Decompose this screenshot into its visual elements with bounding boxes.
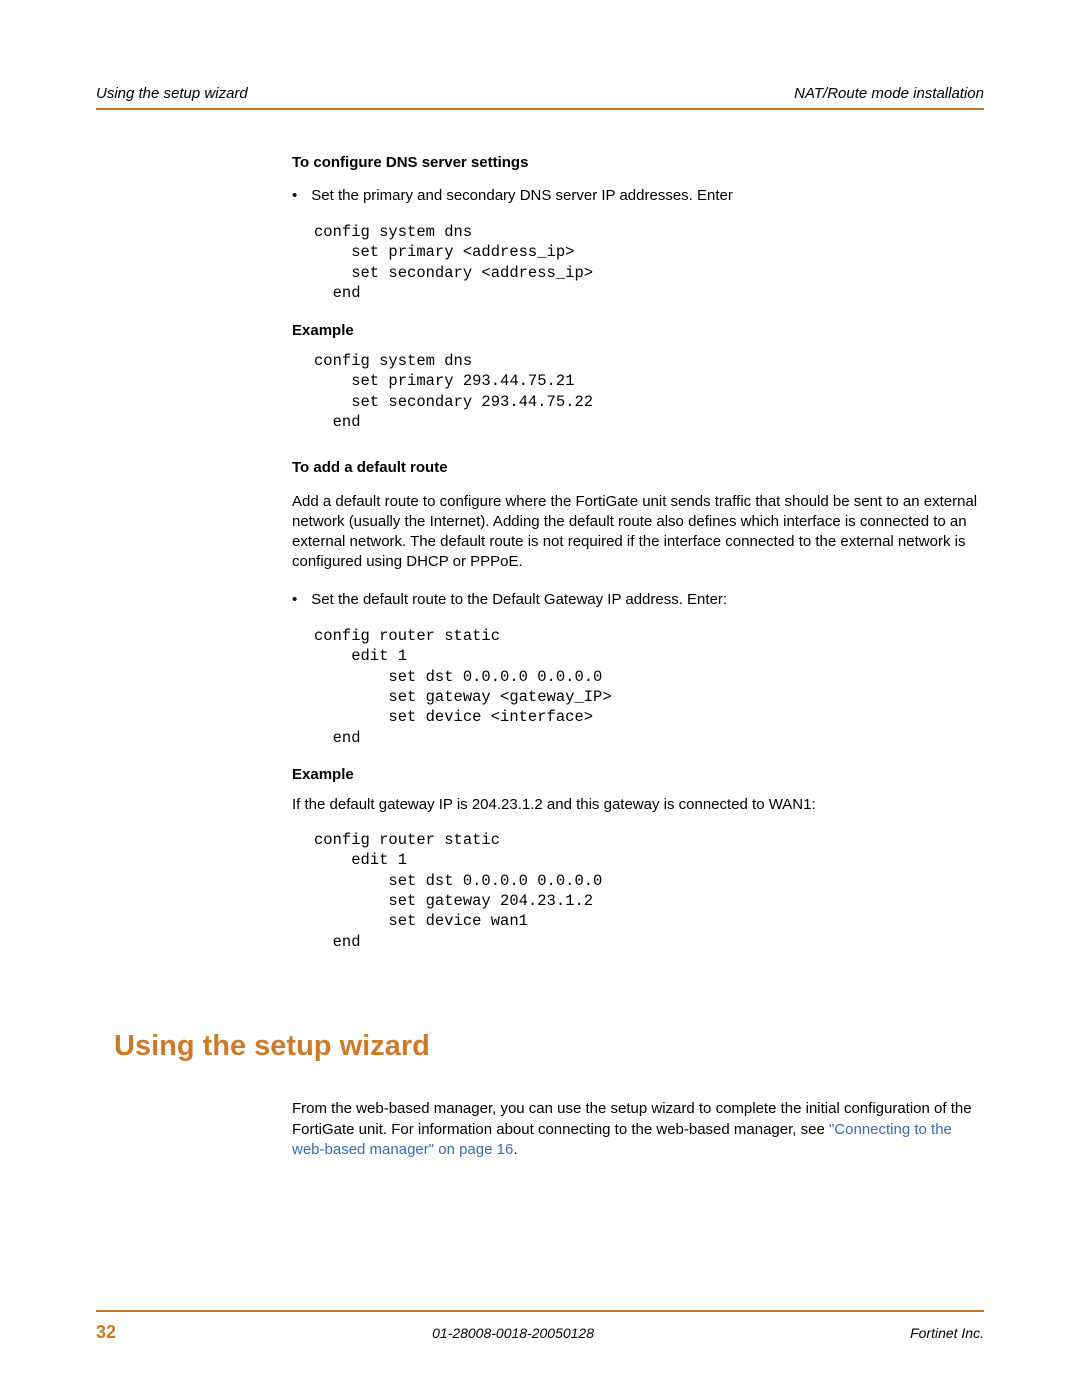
page-content: To configure DNS server settings • Set t… bbox=[292, 154, 984, 952]
footer-divider bbox=[96, 1310, 984, 1312]
main-paragraph: From the web-based manager, you can use … bbox=[292, 1099, 984, 1160]
page-header: Using the setup wizard NAT/Route mode in… bbox=[96, 85, 984, 102]
page-number: 32 bbox=[96, 1322, 116, 1343]
bullet-icon: • bbox=[292, 591, 297, 608]
dns-code-block: config system dns set primary <address_i… bbox=[314, 222, 984, 304]
bullet-icon: • bbox=[292, 187, 297, 204]
footer-row: 32 01-28008-0018-20050128 Fortinet Inc. bbox=[96, 1322, 984, 1343]
dns-settings-heading: To configure DNS server settings bbox=[292, 154, 984, 171]
example2-paragraph: If the default gateway IP is 204.23.1.2 … bbox=[292, 795, 984, 815]
main-heading: Using the setup wizard bbox=[114, 1030, 984, 1063]
example1-code-block: config system dns set primary 293.44.75.… bbox=[314, 351, 984, 433]
header-left: Using the setup wizard bbox=[96, 85, 248, 102]
route-bullet-text: Set the default route to the Default Gat… bbox=[311, 591, 727, 608]
main-content: From the web-based manager, you can use … bbox=[292, 1099, 984, 1160]
dns-bullet-text: Set the primary and secondary DNS server… bbox=[311, 187, 733, 204]
footer-doc-id: 01-28008-0018-20050128 bbox=[432, 1325, 594, 1341]
dns-bullet-item: • Set the primary and secondary DNS serv… bbox=[292, 187, 984, 204]
route-heading: To add a default route bbox=[292, 459, 984, 476]
header-right: NAT/Route mode installation bbox=[794, 85, 984, 102]
example2-code-block: config router static edit 1 set dst 0.0.… bbox=[314, 830, 984, 953]
route-paragraph: Add a default route to configure where t… bbox=[292, 492, 984, 573]
route-bullet-item: • Set the default route to the Default G… bbox=[292, 591, 984, 608]
example1-heading: Example bbox=[292, 322, 984, 339]
footer-company: Fortinet Inc. bbox=[910, 1325, 984, 1341]
page-footer: 32 01-28008-0018-20050128 Fortinet Inc. bbox=[96, 1310, 984, 1343]
example2-heading: Example bbox=[292, 766, 984, 783]
route-code-block: config router static edit 1 set dst 0.0.… bbox=[314, 626, 984, 749]
header-divider bbox=[96, 108, 984, 110]
main-paragraph-post: . bbox=[513, 1141, 517, 1158]
